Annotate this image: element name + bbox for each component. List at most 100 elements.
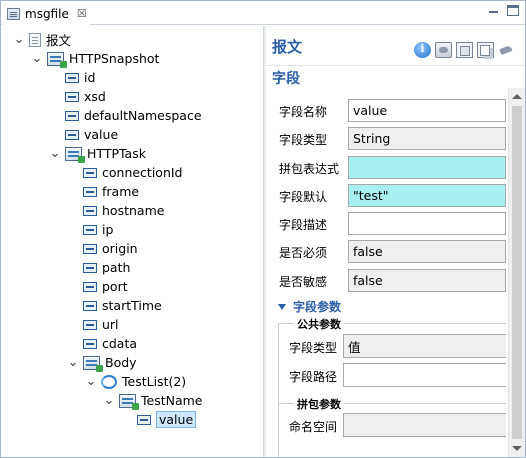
tree-node[interactable]: value xyxy=(49,125,118,144)
properties-title: 报文 xyxy=(272,38,303,56)
pack-expression-input[interactable] xyxy=(348,156,506,179)
chevron-down-icon[interactable]: ⌄ xyxy=(31,52,43,65)
namespace-input[interactable] xyxy=(343,413,506,437)
tree-node-label: hostname xyxy=(102,203,165,218)
sensitive-input[interactable]: false xyxy=(348,269,506,292)
maximize-icon[interactable] xyxy=(507,5,519,16)
info-icon[interactable] xyxy=(414,42,431,58)
tree-node-label: xsd xyxy=(84,89,106,104)
section-title: 字段 xyxy=(272,71,300,87)
field-label: 字段描述 xyxy=(279,218,328,232)
tree-node-label: cdata xyxy=(102,336,138,351)
tree-node[interactable]: ⌄ TestName xyxy=(103,391,203,410)
tree-node-label: HTTPTask xyxy=(87,146,146,161)
tree-node-label: connectionId xyxy=(102,165,183,180)
editor-window: msgfile ☒ ⌄ 报文 ⌄ HTTPSnapshot id xsd defaultNa… xyxy=(0,0,526,458)
scroll-up-icon[interactable] xyxy=(512,94,522,99)
field-label: 字段路径 xyxy=(289,370,338,384)
required-input[interactable]: false xyxy=(348,240,506,263)
editor-tab-bar: msgfile ☒ xyxy=(1,1,525,25)
message-tree[interactable]: ⌄ 报文 ⌄ HTTPSnapshot id xsd defaultNamespace val… xyxy=(1,26,263,457)
chevron-down-icon[interactable]: ⌄ xyxy=(85,375,97,388)
tree-node[interactable]: ⌄ 报文 xyxy=(13,30,71,49)
tree-node[interactable]: value xyxy=(121,410,197,429)
tree-node-label: HTTPSnapshot xyxy=(69,51,160,66)
chevron-down-icon[interactable]: ⌄ xyxy=(49,147,61,160)
tab-msgfile[interactable]: msgfile ☒ xyxy=(2,2,90,25)
field-type-row: 字段类型 String xyxy=(266,127,506,151)
tab-label: msgfile xyxy=(25,6,69,21)
copy-icon[interactable] xyxy=(477,42,494,58)
vertical-scrollbar[interactable] xyxy=(508,88,525,457)
tree-node-label: path xyxy=(102,260,131,275)
field-type-input[interactable]: String xyxy=(348,127,506,150)
field-icon xyxy=(83,281,97,292)
field-default-input[interactable]: "test" xyxy=(348,184,506,207)
tree-node[interactable]: connectionId xyxy=(67,163,183,182)
chevron-down-icon[interactable]: ⌄ xyxy=(13,33,25,46)
tree-node-label: TestList(2) xyxy=(122,374,187,389)
field-description-input[interactable] xyxy=(348,212,506,235)
field-icon xyxy=(83,186,97,197)
pack-params-group: 拼包参数 命名空间 xyxy=(278,396,506,457)
properties-header: 报文 xyxy=(266,26,525,66)
tree-node[interactable]: ip xyxy=(67,220,113,239)
minimize-icon[interactable] xyxy=(487,5,501,17)
tree-node[interactable]: ⌄ HTTPTask xyxy=(49,144,146,163)
field-params-toggle[interactable]: 字段参数 xyxy=(278,298,341,315)
tree-node[interactable]: ⌄ TestList(2) xyxy=(85,372,187,391)
group-title: 公共参数 xyxy=(294,316,344,332)
field-icon xyxy=(65,72,79,83)
chevron-down-icon[interactable]: ⌄ xyxy=(67,356,79,369)
struct-icon xyxy=(65,146,85,163)
tree-node[interactable]: origin xyxy=(67,239,138,258)
scrollbar-thumb[interactable] xyxy=(512,106,522,439)
tree-node[interactable]: xsd xyxy=(49,87,106,106)
struct-icon xyxy=(83,355,103,372)
tree-node-label: id xyxy=(84,70,96,85)
close-icon[interactable]: ☒ xyxy=(77,7,87,20)
tree-node-label: 报文 xyxy=(46,33,72,48)
tree-node-label: origin xyxy=(102,241,138,256)
tree-node[interactable]: frame xyxy=(67,182,139,201)
tree-node-label: url xyxy=(102,317,119,332)
tree-node[interactable]: cdata xyxy=(67,334,137,353)
tree-node[interactable]: startTime xyxy=(67,296,162,315)
tree-node[interactable]: path xyxy=(67,258,130,277)
properties-toolbar xyxy=(414,42,515,58)
tree-node[interactable]: url xyxy=(67,315,119,334)
tree-node-label: Body xyxy=(105,355,137,370)
tree-node[interactable]: id xyxy=(49,68,95,87)
field-icon xyxy=(83,262,97,273)
tree-node[interactable]: ⌄ HTTPSnapshot xyxy=(31,49,159,68)
field-icon xyxy=(83,205,97,216)
field-label: 拼包表达式 xyxy=(279,162,340,176)
field-label: 是否必须 xyxy=(279,246,328,260)
public-field-type-input[interactable]: 值 xyxy=(343,334,506,358)
sensitive-row: 是否敏感 false xyxy=(266,269,506,293)
collapse-icon[interactable] xyxy=(435,42,452,58)
scroll-down-icon[interactable] xyxy=(512,446,522,451)
field-description-row: 字段描述 xyxy=(266,212,506,236)
tree-node[interactable]: hostname xyxy=(67,201,164,220)
field-form: 字段名称 value 字段类型 String 拼包表达式 字段默认 "test"… xyxy=(266,88,506,457)
tree-node[interactable]: ⌄ Body xyxy=(67,353,137,372)
field-icon xyxy=(83,243,97,254)
tree-node-label: value xyxy=(84,127,119,142)
tree-node[interactable]: defaultNamespace xyxy=(49,106,202,125)
properties-panel: 报文 字段 字段名称 value 字段类型 String 拼包表达式 xyxy=(266,26,525,457)
field-icon xyxy=(83,319,97,330)
tree-node[interactable]: port xyxy=(67,277,128,296)
field-name-input[interactable]: value xyxy=(348,99,506,122)
link-icon[interactable] xyxy=(498,42,515,58)
field-icon xyxy=(65,110,79,121)
field-label: 字段类型 xyxy=(279,133,328,147)
field-icon xyxy=(83,224,97,235)
expand-triangle-icon xyxy=(278,303,286,310)
field-params-title: 字段参数 xyxy=(293,300,342,314)
field-path-input[interactable] xyxy=(343,363,506,387)
layout-icon[interactable] xyxy=(456,42,473,58)
chevron-down-icon[interactable]: ⌄ xyxy=(103,394,115,407)
public-params-group: 公共参数 字段类型 值 字段路径 xyxy=(278,316,506,403)
struct-icon xyxy=(119,393,139,410)
